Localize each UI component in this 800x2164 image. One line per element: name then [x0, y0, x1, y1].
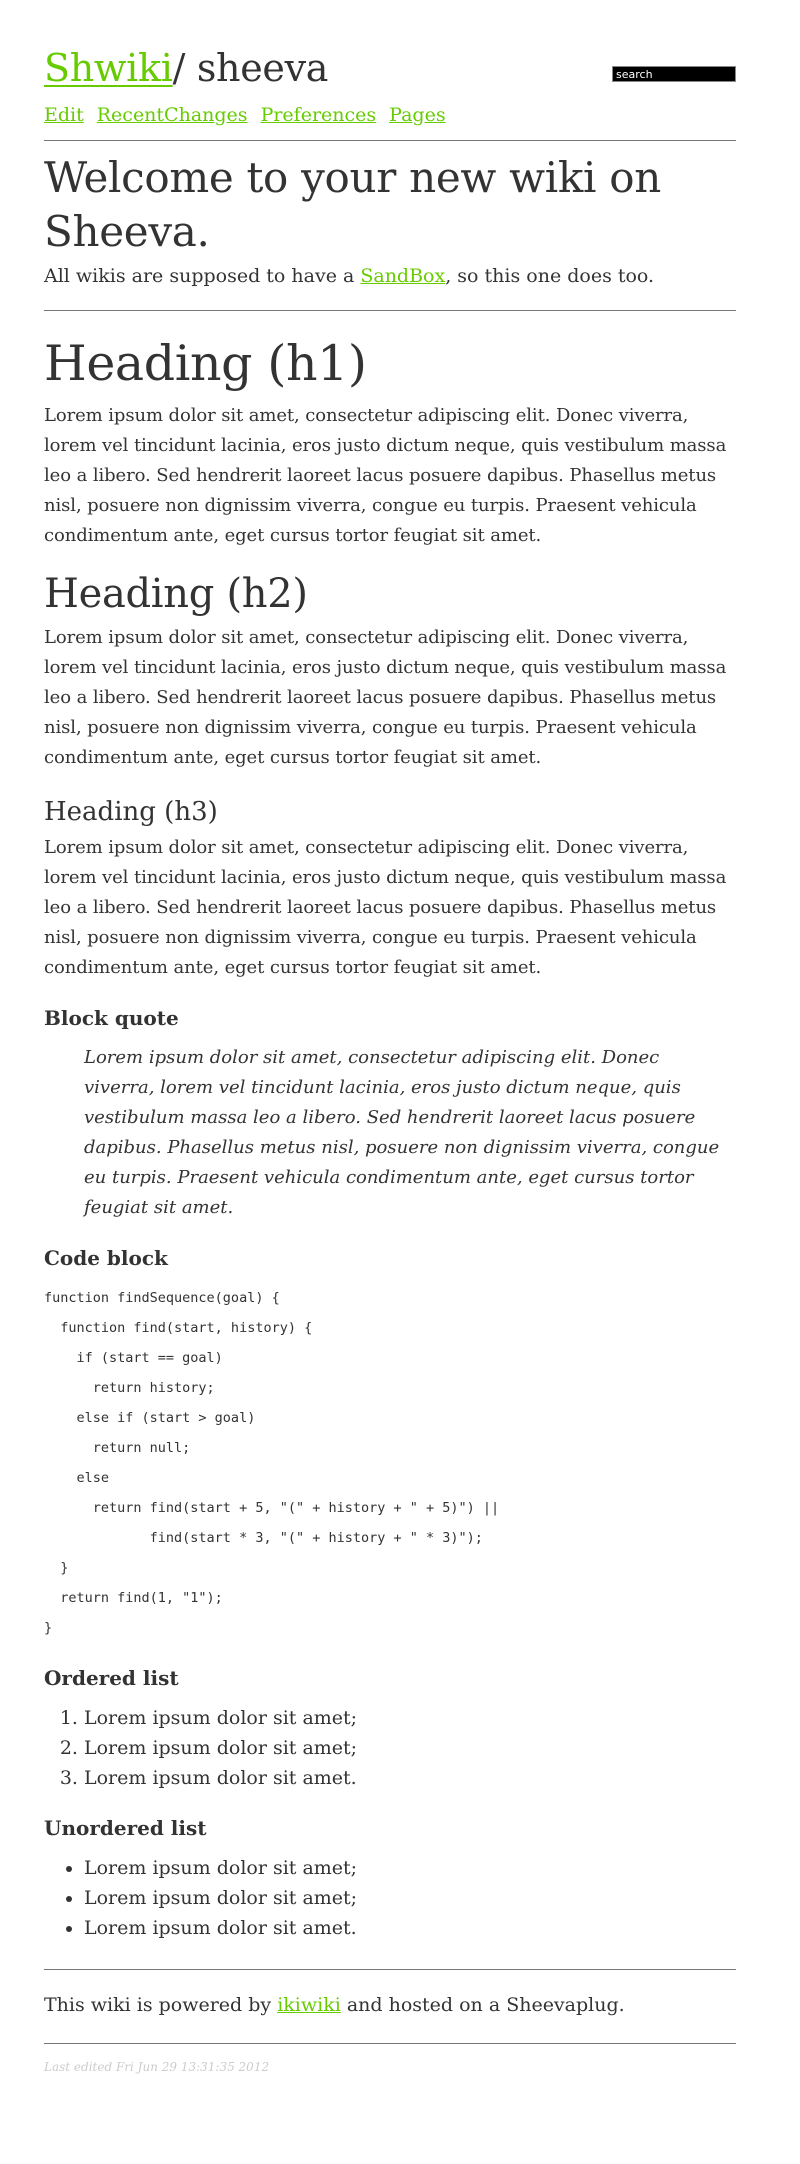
header-divider	[44, 140, 736, 141]
footer-text: This wiki is powered by ikiwiki and host…	[44, 1990, 736, 2020]
blockquote: Lorem ipsum dolor sit amet, consectetur …	[84, 1047, 720, 1218]
list-item: Lorem ipsum dolor sit amet.	[84, 1763, 736, 1793]
sandbox-link[interactable]: SandBox	[360, 265, 445, 287]
site-subtitle: / sheeva	[172, 46, 329, 90]
code-block: function findSequence(goal) { function f…	[44, 1290, 500, 1636]
intro-after: , so this one does too.	[445, 265, 655, 287]
pages-link[interactable]: Pages	[389, 104, 445, 126]
recent-changes-link[interactable]: RecentChanges	[97, 104, 248, 126]
footer-before: This wiki is powered by	[44, 1994, 278, 2016]
intro-before: All wikis are supposed to have a	[44, 265, 361, 287]
paragraph-h3: Lorem ipsum dolor sit amet, consectetur …	[44, 837, 727, 978]
footer-after: and hosted on a Sheevaplug.	[340, 1994, 625, 2016]
list-item: Lorem ipsum dolor sit amet;	[84, 1703, 736, 1733]
heading-h3: Heading (h3)	[44, 797, 218, 827]
preferences-link[interactable]: Preferences	[261, 104, 377, 126]
action-bar: Edit RecentChanges Preferences Pages	[44, 100, 736, 130]
site-home-link[interactable]: Shwiki	[44, 46, 173, 90]
list-item: Lorem ipsum dolor sit amet;	[84, 1883, 736, 1913]
page-title: Welcome to your new wiki on Sheeva.	[44, 153, 661, 256]
list-item: Lorem ipsum dolor sit amet;	[84, 1853, 736, 1883]
search-input[interactable]	[612, 66, 736, 82]
heading-h2: Heading (h2)	[44, 571, 308, 617]
intro-text: All wikis are supposed to have a SandBox…	[44, 261, 736, 291]
code-heading: Code block	[44, 1246, 168, 1270]
ordered-list: Lorem ipsum dolor sit amet; Lorem ipsum …	[44, 1703, 736, 1793]
list-item: Lorem ipsum dolor sit amet;	[84, 1733, 736, 1763]
paragraph-h2: Lorem ipsum dolor sit amet, consectetur …	[44, 627, 727, 768]
ikiwiki-link[interactable]: ikiwiki	[277, 1994, 341, 2016]
paragraph-h1: Lorem ipsum dolor sit amet, consectetur …	[44, 405, 727, 546]
footer-divider	[44, 1969, 736, 1970]
blockquote-heading: Block quote	[44, 1006, 179, 1030]
bottom-divider	[44, 2043, 736, 2044]
last-edited: Last edited Fri Jun 29 13:31:35 2012	[44, 2060, 270, 2074]
intro-divider	[44, 310, 736, 311]
unordered-list-heading: Unordered list	[44, 1816, 207, 1840]
edit-link[interactable]: Edit	[44, 104, 84, 126]
ordered-list-heading: Ordered list	[44, 1666, 179, 1690]
heading-h1: Heading (h1)	[44, 335, 367, 392]
unordered-list: Lorem ipsum dolor sit amet; Lorem ipsum …	[44, 1853, 736, 1943]
header: Shwiki/ sheeva	[44, 44, 736, 96]
page: Shwiki/ sheeva Edit RecentChanges Preferen…	[44, 0, 736, 2074]
list-item: Lorem ipsum dolor sit amet.	[84, 1913, 736, 1943]
